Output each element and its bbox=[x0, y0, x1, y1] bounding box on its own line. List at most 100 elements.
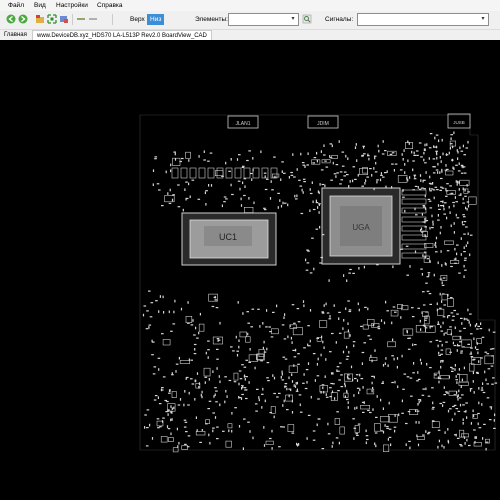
pcb-component bbox=[442, 277, 446, 279]
find-icon[interactable] bbox=[302, 14, 312, 24]
chip-uga[interactable]: UGA bbox=[321, 187, 401, 265]
pcb-component bbox=[245, 376, 248, 378]
pcb-component bbox=[356, 434, 359, 436]
pcb-component bbox=[309, 309, 312, 312]
menu-view[interactable]: Вид bbox=[34, 2, 46, 9]
pcb-component bbox=[483, 423, 486, 425]
connector-jusb[interactable]: JUSB bbox=[447, 113, 471, 129]
pcb-component bbox=[199, 312, 201, 316]
forward-icon[interactable] bbox=[18, 14, 28, 24]
pcb-component bbox=[400, 316, 402, 319]
pcb-component bbox=[481, 403, 483, 406]
pcb-component bbox=[411, 307, 414, 309]
pcb-component bbox=[405, 443, 407, 446]
flip-icon[interactable] bbox=[76, 14, 86, 24]
open-file-icon[interactable] bbox=[35, 14, 45, 24]
pcb-component bbox=[339, 171, 343, 173]
pcb-component bbox=[353, 437, 355, 440]
pcb-component bbox=[189, 167, 197, 179]
pcb-component bbox=[371, 359, 373, 363]
chevron-down-icon[interactable]: ▾ bbox=[479, 15, 487, 24]
pcb-component bbox=[312, 353, 316, 355]
pcb-component bbox=[435, 339, 439, 341]
pcb-component bbox=[248, 197, 250, 200]
signals-combo[interactable]: ▾ bbox=[357, 13, 489, 26]
menu-settings[interactable]: Настройки bbox=[56, 2, 88, 9]
tab-home[interactable]: Главная bbox=[4, 30, 27, 40]
pcb-component bbox=[463, 251, 466, 253]
pcb-component bbox=[261, 393, 264, 395]
pcb-component bbox=[438, 351, 440, 355]
pcb-component bbox=[384, 150, 387, 152]
pcb-drawing[interactable]: UC1 UGA JLAN1 JDIM JUSB bbox=[0, 40, 500, 500]
pcb-component bbox=[440, 365, 442, 369]
pcb-component bbox=[242, 447, 244, 450]
pcb-component bbox=[468, 444, 471, 447]
pcb-component bbox=[239, 378, 243, 380]
connector-jlan[interactable]: JLAN1 bbox=[227, 115, 259, 129]
pcb-component bbox=[445, 190, 449, 192]
pcb-component bbox=[149, 423, 151, 427]
pcb-component bbox=[458, 188, 460, 191]
pcb-component bbox=[462, 166, 466, 168]
connector-jdim-label: JDIM bbox=[317, 121, 329, 127]
pcb-component bbox=[278, 392, 281, 394]
pcb-component bbox=[318, 203, 320, 206]
pcb-component bbox=[374, 432, 378, 434]
connector-jdim[interactable]: JDIM bbox=[307, 115, 339, 129]
select-icon[interactable] bbox=[59, 14, 69, 24]
pcb-component bbox=[386, 425, 389, 428]
pcb-component bbox=[167, 192, 169, 195]
pcb-component bbox=[320, 353, 322, 357]
pcb-component bbox=[185, 181, 188, 183]
pcb-component bbox=[387, 341, 396, 348]
pcb-component bbox=[152, 169, 155, 172]
pcb-component bbox=[322, 386, 324, 390]
side-top-button[interactable]: Верх bbox=[127, 14, 148, 25]
pcb-component bbox=[242, 312, 244, 315]
menu-help[interactable]: Справка bbox=[97, 2, 123, 9]
menu-file[interactable]: Файл bbox=[8, 2, 24, 9]
pcb-component bbox=[239, 187, 241, 191]
pcb-component bbox=[450, 366, 453, 368]
pcb-component bbox=[306, 437, 308, 440]
pcb-component bbox=[440, 325, 442, 328]
pcb-component bbox=[306, 164, 309, 166]
pcb-component bbox=[218, 375, 220, 378]
pcb-component bbox=[203, 159, 206, 161]
pcb-component bbox=[273, 156, 276, 158]
pcb-component bbox=[328, 279, 330, 282]
pcb-component bbox=[154, 395, 158, 397]
pcb-component bbox=[461, 221, 463, 224]
board-canvas[interactable]: UC1 UGA JLAN1 JDIM JUSB bbox=[0, 40, 500, 500]
pcb-component bbox=[293, 384, 295, 387]
elements-combo[interactable]: ▾ bbox=[228, 13, 299, 26]
pcb-component bbox=[441, 170, 443, 173]
connector-jlan-label: JLAN1 bbox=[235, 121, 250, 127]
pcb-component bbox=[425, 387, 427, 391]
pcb-component bbox=[453, 131, 455, 135]
pcb-component bbox=[292, 349, 295, 351]
pcb-component bbox=[190, 324, 194, 326]
side-bottom-button[interactable]: Низ bbox=[147, 14, 165, 25]
pcb-component bbox=[429, 175, 431, 179]
zoom-fit-icon[interactable] bbox=[47, 14, 57, 24]
pcb-component bbox=[359, 168, 369, 176]
chip-uc1[interactable]: UC1 bbox=[181, 212, 277, 266]
pcb-component bbox=[388, 401, 390, 405]
pcb-component bbox=[401, 354, 403, 358]
back-icon[interactable] bbox=[6, 14, 16, 24]
pcb-component bbox=[373, 187, 375, 191]
pcb-component bbox=[431, 421, 440, 428]
pcb-component bbox=[358, 308, 360, 312]
pcb-component bbox=[271, 429, 273, 433]
rotate-icon[interactable] bbox=[88, 14, 98, 24]
pcb-component bbox=[449, 408, 452, 410]
pcb-component bbox=[474, 437, 477, 439]
pcb-component bbox=[422, 291, 425, 293]
pcb-component bbox=[225, 161, 227, 165]
pcb-component bbox=[423, 188, 426, 190]
chevron-down-icon[interactable]: ▾ bbox=[289, 15, 297, 24]
pcb-component bbox=[455, 379, 458, 381]
pcb-component bbox=[223, 196, 227, 198]
